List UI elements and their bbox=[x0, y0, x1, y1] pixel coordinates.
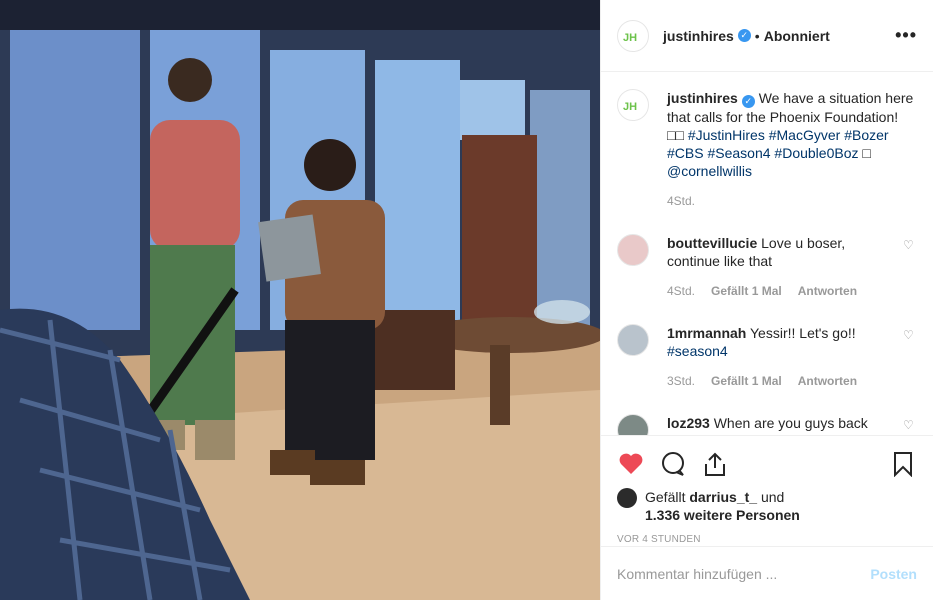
comment-time[interactable]: 3Std. bbox=[667, 372, 695, 390]
bookmark-icon[interactable] bbox=[889, 450, 917, 478]
comment-like-icon[interactable]: ♡ bbox=[903, 418, 917, 432]
header-separator: • bbox=[754, 27, 760, 44]
mention-link[interactable]: @cornellwillis bbox=[667, 163, 752, 179]
post-header: JH justinhires ✓ • Abonniert ••• bbox=[601, 0, 933, 72]
comment-body: loz293 When are you guys back bbox=[667, 414, 895, 432]
post-photo[interactable] bbox=[0, 0, 600, 600]
comment-time[interactable]: 4Std. bbox=[667, 282, 695, 300]
comment-body: 1mrmannah Yessir!! Let's go!! #season4 3… bbox=[667, 324, 895, 406]
hashtag[interactable]: #CBS bbox=[667, 145, 704, 161]
commenter-avatar[interactable] bbox=[617, 324, 649, 356]
reply-button[interactable]: Antworten bbox=[798, 372, 857, 390]
likes-middle: und bbox=[757, 489, 785, 505]
caption-time[interactable]: 4Std. bbox=[667, 192, 695, 210]
more-options-icon[interactable]: ••• bbox=[895, 25, 917, 46]
comment-bubble-icon[interactable] bbox=[659, 450, 687, 478]
likes-summary: Gefällt darrius_t_ und 1.336 weitere Per… bbox=[617, 488, 917, 524]
follow-status-button[interactable]: Abonniert bbox=[764, 28, 830, 44]
photo-illustration bbox=[0, 0, 600, 600]
comment-content: Yessir!! Let's go!! bbox=[750, 325, 856, 341]
comment-body: bouttevillucie Love u boser, continue li… bbox=[667, 234, 895, 316]
caption-author[interactable]: justinhires bbox=[667, 90, 738, 106]
commenter-username[interactable]: loz293 bbox=[667, 415, 710, 431]
commenter-username[interactable]: bouttevillucie bbox=[667, 235, 757, 251]
comment-row: 1mrmannah Yessir!! Let's go!! #season4 3… bbox=[617, 324, 917, 406]
post-comment-button[interactable]: Posten bbox=[870, 566, 917, 582]
author-username[interactable]: justinhires bbox=[663, 28, 734, 44]
caption-avatar[interactable]: JH bbox=[617, 89, 649, 121]
comment-text: bouttevillucie Love u boser, continue li… bbox=[667, 234, 895, 270]
commenter-avatar[interactable] bbox=[617, 234, 649, 266]
verified-badge-icon: ✓ bbox=[737, 29, 751, 42]
svg-text:JH: JH bbox=[623, 101, 637, 113]
comment-text: loz293 When are you guys back bbox=[667, 414, 895, 432]
liker-avatar[interactable] bbox=[617, 488, 637, 508]
post-side-panel: JH justinhires ✓ • Abonniert ••• JH just… bbox=[600, 0, 933, 600]
post-timestamp[interactable]: VOR 4 STUNDEN bbox=[617, 534, 917, 545]
likes-count[interactable]: 1.336 weitere Personen bbox=[645, 507, 800, 523]
share-icon[interactable] bbox=[701, 450, 729, 478]
hashtag[interactable]: #JustinHires bbox=[688, 127, 765, 143]
hashtag[interactable]: #Bozer bbox=[844, 127, 888, 143]
comments-list[interactable]: JH justinhires ✓ We have a situation here… bbox=[601, 73, 933, 435]
caption-verified-icon: ✓ bbox=[741, 95, 755, 108]
comment-meta: 3Std. Gefällt 1 Mal Antworten bbox=[667, 372, 895, 390]
caption-text: justinhires ✓ We have a situation here th… bbox=[667, 89, 917, 180]
hashtag[interactable]: #Double0Boz bbox=[774, 145, 858, 161]
comment-meta: 4Std. Gefällt 1 Mal Antworten bbox=[667, 282, 895, 300]
caption-meta: 4Std. bbox=[667, 192, 917, 210]
likes-text: Gefällt darrius_t_ und 1.336 weitere Per… bbox=[645, 488, 800, 524]
comment-content: When are you guys back bbox=[713, 415, 868, 431]
likes-prefix: Gefällt bbox=[645, 489, 690, 505]
reply-button[interactable]: Antworten bbox=[798, 282, 857, 300]
svg-text:JH: JH bbox=[623, 32, 637, 44]
caption-emoji: □□ bbox=[667, 127, 684, 143]
caption-emoji-2: □ bbox=[862, 145, 871, 161]
post-actions: Gefällt darrius_t_ und 1.336 weitere Per… bbox=[601, 435, 933, 545]
comment-like-icon[interactable]: ♡ bbox=[903, 328, 917, 342]
comment-row: loz293 When are you guys back ♡ bbox=[617, 414, 917, 435]
comment-text: 1mrmannah Yessir!! Let's go!! #season4 bbox=[667, 324, 895, 360]
liker-username[interactable]: darrius_t_ bbox=[689, 489, 757, 505]
add-comment-bar: Posten bbox=[601, 546, 933, 600]
commenter-avatar[interactable] bbox=[617, 414, 649, 435]
caption-body: justinhires ✓ We have a situation here th… bbox=[667, 89, 917, 226]
caption-row: JH justinhires ✓ We have a situation here… bbox=[617, 89, 917, 226]
action-icons bbox=[617, 444, 917, 484]
author-avatar[interactable]: JH bbox=[617, 19, 649, 52]
comment-like-icon[interactable]: ♡ bbox=[903, 238, 917, 252]
comment-likes[interactable]: Gefällt 1 Mal bbox=[711, 372, 782, 390]
caption-avatar-logo: JH bbox=[623, 101, 637, 113]
commenter-username[interactable]: 1mrmannah bbox=[667, 325, 746, 341]
comment-input[interactable] bbox=[617, 565, 871, 582]
hashtag[interactable]: #Season4 bbox=[707, 145, 770, 161]
comment-likes[interactable]: Gefällt 1 Mal bbox=[711, 282, 782, 300]
comment-row: bouttevillucie Love u boser, continue li… bbox=[617, 234, 917, 316]
author-avatar-logo: JH bbox=[623, 32, 637, 44]
hashtag[interactable]: #MacGyver bbox=[769, 127, 841, 143]
hashtag[interactable]: #season4 bbox=[667, 343, 728, 359]
like-heart-icon[interactable] bbox=[617, 450, 645, 478]
